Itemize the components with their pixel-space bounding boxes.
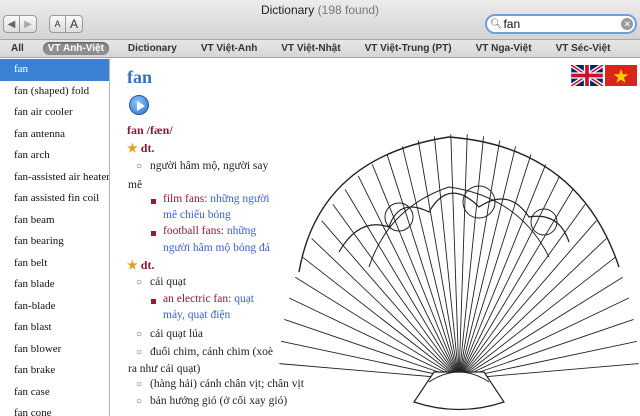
star-icon: ★ xyxy=(127,141,138,155)
example-english: football fans: xyxy=(163,225,224,237)
result-count: (198 found) xyxy=(317,3,380,17)
scope-all[interactable]: All xyxy=(6,42,29,55)
clear-search-icon[interactable]: ✕ xyxy=(621,18,633,30)
star-icon: ★ xyxy=(127,258,138,272)
sense-text: người hâm mộ, người say xyxy=(150,160,269,172)
circle-bullet-icon: ○ xyxy=(136,347,143,358)
example-vietnamese: những xyxy=(226,225,257,237)
example-vietnamese: người hâm mộ bóng đá xyxy=(163,242,270,254)
forward-arrow-icon: ▶ xyxy=(24,18,32,30)
list-item[interactable]: fan belt xyxy=(0,253,109,275)
pos-label: dt. xyxy=(140,258,155,272)
sense-text: bản hướng gió (ở cối xay gió) xyxy=(150,395,288,407)
scope-vt-sec-viet[interactable]: VT Séc-Việt xyxy=(551,42,616,55)
scope-vt-viet-anh[interactable]: VT Việt-Anh xyxy=(196,42,262,55)
example-vietnamese: mê chiếu bóng xyxy=(163,209,231,221)
pos-label: dt. xyxy=(140,141,155,155)
back-button[interactable]: ◀ xyxy=(3,15,20,33)
example: football fans: những xyxy=(163,225,256,237)
definition-pane: fan fan /fæn/ ★ dt. ○ người hâm mộ, ngườ… xyxy=(111,59,640,416)
list-item[interactable]: fan blast xyxy=(0,317,109,339)
search-field[interactable]: 🔍︎ ✕ xyxy=(485,14,637,34)
list-item[interactable]: fan antenna xyxy=(0,124,109,146)
example-vietnamese: quạt xyxy=(234,293,255,305)
example-vietnamese: máy, quạt điện xyxy=(163,309,231,321)
scope-vt-anh-viet[interactable]: VT Anh-Việt xyxy=(42,42,109,55)
circle-bullet-icon: ○ xyxy=(136,329,143,340)
list-item[interactable]: fan (shaped) fold xyxy=(0,81,109,103)
decrease-font-button[interactable]: A xyxy=(49,15,66,33)
font-size-buttons: A A xyxy=(49,15,83,33)
list-item-selected[interactable]: fan xyxy=(0,59,109,81)
vietnam-flag-icon xyxy=(605,65,637,86)
word-list: fan fan (shaped) fold fan air cooler fan… xyxy=(0,59,110,416)
pronunciation: fan /fæn/ xyxy=(127,123,173,138)
list-item[interactable]: fan air cooler xyxy=(0,102,109,124)
circle-bullet-icon: ○ xyxy=(136,277,143,288)
list-item[interactable]: fan blower xyxy=(0,339,109,361)
sense-text: ra như cái quạt) xyxy=(128,363,201,375)
example-english: an electric fan: xyxy=(163,293,232,305)
circle-bullet-icon: ○ xyxy=(136,161,143,172)
example-vietnamese: những người xyxy=(210,193,270,205)
headword: fan xyxy=(127,67,153,87)
circle-bullet-icon: ○ xyxy=(136,379,143,390)
list-item[interactable]: fan-assisted air heater xyxy=(0,167,109,189)
fan-illustration xyxy=(279,134,639,411)
square-bullet-icon xyxy=(151,199,156,204)
sense-text: cái quạt lúa xyxy=(150,328,204,340)
example: an electric fan: quạt xyxy=(163,293,254,305)
list-item[interactable]: fan cone xyxy=(0,403,109,416)
list-item[interactable]: fan bearing xyxy=(0,231,109,253)
sense-text: cái quạt xyxy=(150,276,187,288)
list-item[interactable]: fan arch xyxy=(0,145,109,167)
window-title-text: Dictionary xyxy=(260,3,315,17)
circle-bullet-icon: ○ xyxy=(136,396,143,407)
uk-flag-icon xyxy=(571,65,603,86)
part-of-speech-1: ★ dt. xyxy=(127,141,154,156)
part-of-speech-2: ★ dt. xyxy=(127,258,154,273)
play-pronunciation-button[interactable] xyxy=(129,95,149,115)
sense-text: đuổi chim, cánh chim (xoè xyxy=(150,346,273,358)
forward-button[interactable]: ▶ xyxy=(20,15,37,33)
scope-dictionary[interactable]: Dictionary xyxy=(123,42,182,55)
square-bullet-icon xyxy=(151,299,156,304)
list-item[interactable]: fan-blade xyxy=(0,296,109,318)
list-item[interactable]: fan brake xyxy=(0,360,109,382)
list-item[interactable]: fan blade xyxy=(0,274,109,296)
scope-vt-viet-nhat[interactable]: VT Việt-Nhật xyxy=(276,42,345,55)
back-arrow-icon: ◀ xyxy=(7,18,16,30)
square-bullet-icon xyxy=(151,231,156,236)
pronunciation-text: fan /fæn/ xyxy=(127,123,173,137)
search-input[interactable] xyxy=(503,17,622,31)
example: film fans: những người xyxy=(163,193,269,205)
list-item[interactable]: fan case xyxy=(0,382,109,404)
dictionary-scope-bar: All VT Anh-Việt Dictionary VT Việt-Anh V… xyxy=(0,40,640,58)
scope-vt-viet-trung[interactable]: VT Việt-Trung (PT) xyxy=(360,42,457,55)
navigation-buttons: ◀ ▶ xyxy=(3,15,37,33)
scope-vt-nga-viet[interactable]: VT Nga-Việt xyxy=(471,42,537,55)
example-english: film fans: xyxy=(163,193,208,205)
search-icon: 🔍︎ xyxy=(490,18,503,30)
toolbar: Dictionary (198 found) ◀ ▶ A A 🔍︎ ✕ xyxy=(0,0,640,40)
increase-font-button[interactable]: A xyxy=(66,15,83,33)
sense-text: mê xyxy=(128,179,143,191)
list-item[interactable]: fan beam xyxy=(0,210,109,232)
list-item[interactable]: fan assisted fin coil xyxy=(0,188,109,210)
